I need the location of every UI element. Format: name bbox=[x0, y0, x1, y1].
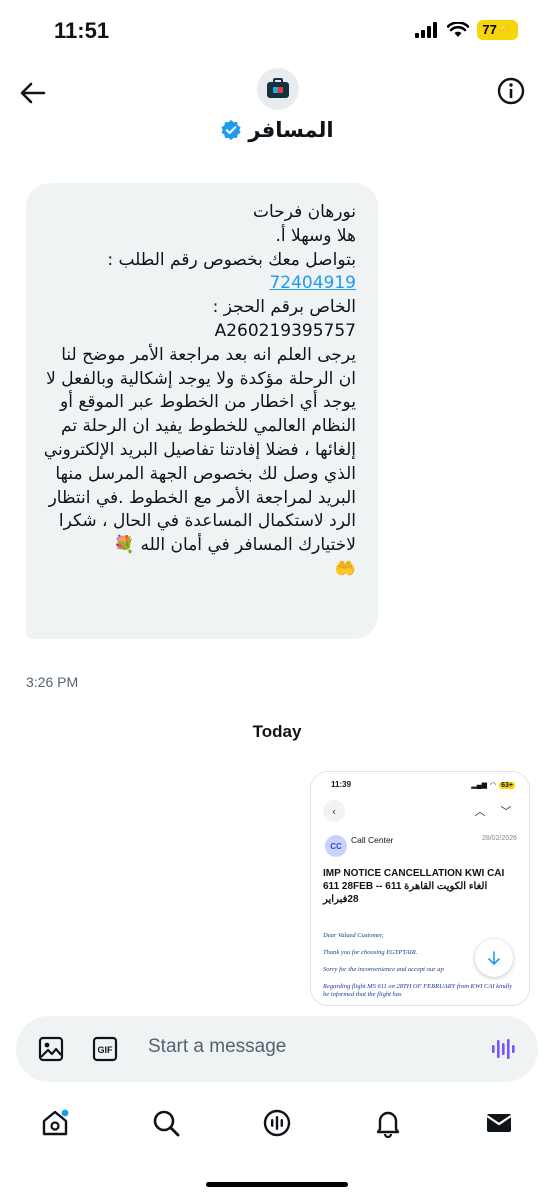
image-up-icon: ︿ bbox=[474, 805, 486, 818]
contact-name: المسافر bbox=[248, 118, 334, 142]
status-icons: 77⚡ bbox=[415, 20, 518, 40]
image-scroll-down-icon bbox=[475, 939, 513, 977]
status-bar: 11:51 77⚡ bbox=[0, 0, 554, 64]
grok-spaces-icon[interactable] bbox=[262, 1108, 292, 1138]
suitcase-logo-icon bbox=[267, 78, 289, 98]
image-back-icon: ‹ bbox=[323, 800, 345, 822]
image-sender-row: CC Call Center 28/02/2026 bbox=[325, 835, 517, 859]
wifi-icon bbox=[447, 22, 470, 37]
conversation-header: المسافر bbox=[0, 64, 554, 164]
image-status-time: 11:39 bbox=[331, 780, 352, 789]
image-picker-icon[interactable] bbox=[38, 1036, 64, 1062]
notifications-bell-icon[interactable] bbox=[373, 1108, 403, 1138]
message-composer: GIF Start a message bbox=[16, 1016, 538, 1082]
image-attachment[interactable]: 11:39 ▂▄▆ ◠ 63+ ‹ ︿ ﹀ CC Call Center 28/… bbox=[310, 771, 530, 1006]
message-text-part: الخاص برقم الحجز : A260219395757 يرجى ال… bbox=[43, 297, 356, 579]
image-nav-bar: ‹ ︿ ﹀ bbox=[323, 800, 517, 822]
status-time: 11:51 bbox=[54, 18, 110, 43]
gif-icon[interactable]: GIF bbox=[92, 1036, 118, 1062]
message-text: نورهان فرحات هلا وسهلا أ. بتواصل معك بخص… bbox=[40, 201, 356, 582]
image-signal-icon: ▂▄▆ bbox=[471, 782, 488, 789]
image-email-line: Regarding flight MS 611 on 28TH OF FEBRU… bbox=[323, 983, 513, 998]
charging-bolt-icon: ⚡ bbox=[496, 22, 513, 37]
search-icon[interactable] bbox=[151, 1108, 181, 1138]
cellular-signal-icon bbox=[415, 22, 438, 38]
battery-level: 77 bbox=[482, 22, 497, 37]
home-icon[interactable] bbox=[40, 1108, 70, 1138]
contact-avatar[interactable] bbox=[257, 68, 299, 110]
image-wifi-icon: ◠ bbox=[490, 782, 497, 789]
home-indicator bbox=[206, 1182, 348, 1187]
back-arrow-icon[interactable] bbox=[18, 78, 48, 108]
image-status-icons: ▂▄▆ ◠ 63+ bbox=[471, 781, 515, 789]
image-sender-avatar: CC bbox=[325, 835, 347, 857]
image-email-date: 28/02/2026 bbox=[481, 835, 517, 842]
contact-name-row[interactable]: المسافر bbox=[0, 118, 554, 142]
info-icon[interactable] bbox=[496, 76, 526, 106]
order-number-link[interactable]: 72404919 bbox=[269, 273, 356, 293]
message-text-part: نورهان فرحات هلا وسهلا أ. بتواصل معك بخص… bbox=[107, 202, 356, 270]
voice-message-icon[interactable] bbox=[490, 1036, 516, 1062]
day-separator: Today bbox=[252, 722, 302, 741]
image-down-icon: ﹀ bbox=[500, 805, 512, 818]
message-timestamp: 3:26 PM bbox=[26, 674, 79, 690]
bottom-tab-bar bbox=[0, 1098, 554, 1158]
battery-indicator: 77⚡ bbox=[477, 20, 518, 40]
image-email-subject: IMP NOTICE CANCELLATION KWI CAI 611 28FE… bbox=[323, 868, 505, 905]
message-input[interactable]: Start a message bbox=[148, 1036, 286, 1058]
verified-badge-icon bbox=[221, 120, 241, 140]
svg-text:GIF: GIF bbox=[98, 1045, 114, 1055]
image-sender-name: Call Center bbox=[351, 835, 394, 845]
image-battery: 63+ bbox=[499, 781, 515, 789]
messages-envelope-icon[interactable] bbox=[484, 1108, 514, 1138]
message-bubble[interactable]: نورهان فرحات هلا وسهلا أ. بتواصل معك بخص… bbox=[26, 183, 378, 639]
